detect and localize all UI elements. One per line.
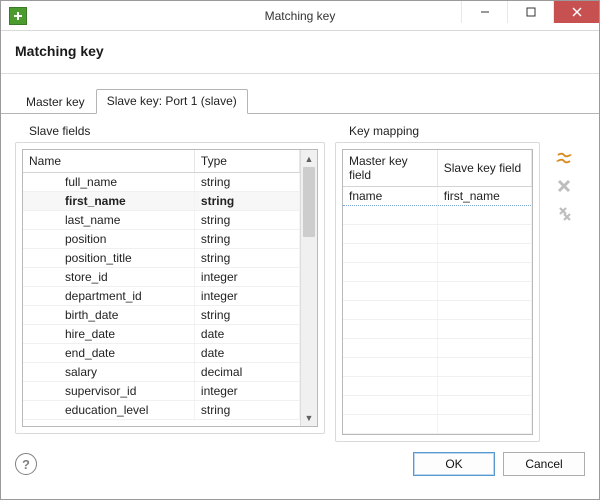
tab-master-key[interactable]: Master key [15,90,96,114]
dialog-header: Matching key [1,31,599,74]
auto-map-button[interactable] [554,148,574,168]
minimize-button[interactable] [461,1,507,23]
field-name: hire_date [23,325,194,344]
field-name: education_level [23,401,194,420]
table-row[interactable]: education_levelstring [23,401,300,420]
field-name: salary [23,363,194,382]
col-name[interactable]: Name [23,150,194,173]
table-row[interactable]: positionstring [23,230,300,249]
table-row [343,282,532,301]
field-name: birth_date [23,306,194,325]
scroll-down-icon[interactable]: ▼ [301,409,317,426]
table-row[interactable]: fnamefirst_name [343,187,532,206]
key-mapping-label: Key mapping [349,124,540,138]
table-row [343,206,532,225]
field-type: string [194,230,299,249]
table-row [343,320,532,339]
field-type: decimal [194,363,299,382]
table-row[interactable]: full_namestring [23,173,300,192]
field-name: position_title [23,249,194,268]
table-row [343,396,532,415]
field-type: string [194,306,299,325]
table-row[interactable]: hire_datedate [23,325,300,344]
table-row[interactable]: position_titlestring [23,249,300,268]
mapping-actions [550,124,578,434]
field-name: end_date [23,344,194,363]
field-type: integer [194,287,299,306]
field-name: department_id [23,287,194,306]
master-key-field: fname [343,187,437,206]
field-type: integer [194,268,299,287]
table-row [343,263,532,282]
close-button[interactable] [553,1,599,23]
table-row[interactable]: birth_datestring [23,306,300,325]
slave-fields-table[interactable]: Name Type full_namestringfirst_namestrin… [22,149,318,427]
titlebar: Matching key [1,1,599,31]
window-controls [461,1,599,30]
app-icon [9,7,27,25]
table-row [343,339,532,358]
scroll-track[interactable] [301,167,317,409]
maximize-button[interactable] [507,1,553,23]
field-name: position [23,230,194,249]
table-row[interactable]: salarydecimal [23,363,300,382]
field-type: string [194,401,299,420]
slave-key-field: first_name [437,187,531,206]
field-type: integer [194,382,299,401]
remove-all-mappings-button[interactable] [554,204,574,224]
table-row[interactable]: end_datedate [23,344,300,363]
field-name: supervisor_id [23,382,194,401]
field-type: string [194,192,299,211]
ok-button[interactable]: OK [413,452,495,476]
field-name: first_name [23,192,194,211]
field-name: last_name [23,211,194,230]
page-title: Matching key [15,43,585,59]
table-row [343,415,532,434]
table-row[interactable]: supervisor_idinteger [23,382,300,401]
field-type: string [194,249,299,268]
table-row[interactable]: last_namestring [23,211,300,230]
table-row [343,244,532,263]
table-row[interactable]: store_idinteger [23,268,300,287]
table-row [343,225,532,244]
field-type: string [194,211,299,230]
col-slave-key[interactable]: Slave key field [437,150,531,187]
table-row [343,301,532,320]
tabbar: Master key Slave key: Port 1 (slave) [1,74,599,114]
tab-slave-key[interactable]: Slave key: Port 1 (slave) [96,89,248,114]
col-master-key[interactable]: Master key field [343,150,437,187]
remove-mapping-button[interactable] [554,176,574,196]
help-button[interactable]: ? [15,453,37,475]
table-row[interactable]: department_idinteger [23,287,300,306]
table-row[interactable]: first_namestring [23,192,300,211]
col-type[interactable]: Type [194,150,299,173]
dialog-footer: ? OK Cancel [1,442,599,490]
scroll-thumb[interactable] [303,167,315,237]
scrollbar[interactable]: ▲ ▼ [300,150,317,426]
slave-fields-label: Slave fields [29,124,325,138]
field-name: full_name [23,173,194,192]
cancel-button[interactable]: Cancel [503,452,585,476]
table-row [343,358,532,377]
scroll-up-icon[interactable]: ▲ [301,150,317,167]
field-name: store_id [23,268,194,287]
table-row [343,377,532,396]
field-type: date [194,325,299,344]
key-mapping-table[interactable]: Master key field Slave key field fnamefi… [342,149,533,435]
main-panel: Slave fields Name Type full_namestringfi… [1,114,599,442]
field-type: string [194,173,299,192]
field-type: date [194,344,299,363]
